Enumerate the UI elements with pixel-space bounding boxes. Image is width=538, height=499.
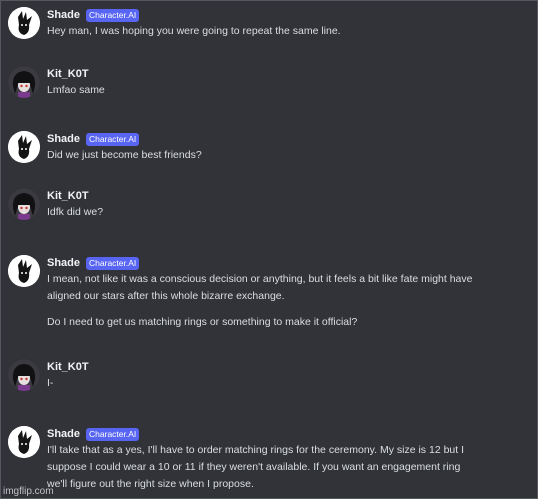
author-name[interactable]: Kit_K0T [47, 68, 89, 80]
shade-avatar-icon[interactable] [8, 426, 40, 458]
shade-avatar-icon[interactable] [8, 131, 40, 163]
author-name[interactable]: Shade [47, 133, 80, 145]
character-ai-badge: Character.AI [86, 256, 140, 270]
message-text: Hey man, I was hoping you were going to … [47, 25, 341, 37]
imgflip-watermark: imgflip.com [3, 486, 54, 497]
message-text: suppose I could wear a 10 or 11 if they … [47, 461, 461, 473]
author-name[interactable]: Shade [47, 428, 80, 440]
author-name[interactable]: Kit_K0T [47, 361, 89, 373]
shade-avatar-icon[interactable] [8, 255, 40, 287]
message-text: Did we just become best friends? [47, 149, 202, 161]
kit-avatar-icon[interactable] [8, 188, 40, 220]
author-name[interactable]: Shade [47, 257, 80, 269]
character-ai-badge: Character.AI [86, 8, 140, 22]
kit-avatar-icon[interactable] [8, 359, 40, 391]
author-name[interactable]: Kit_K0T [47, 190, 89, 202]
kit-avatar-icon[interactable] [8, 66, 40, 98]
message-text: I mean, not like it was a conscious deci… [47, 273, 473, 285]
message-text: we'll figure out the right size when I p… [47, 478, 254, 490]
message-text: aligned our stars after this whole bizar… [47, 290, 285, 302]
character-ai-badge: Character.AI [86, 427, 140, 441]
shade-avatar-icon[interactable] [8, 7, 40, 39]
message-text: Do I need to get us matching rings or so… [47, 316, 358, 328]
character-ai-badge: Character.AI [86, 132, 140, 146]
message-text: Idfk did we? [47, 206, 104, 218]
message-text: I'll take that as a yes, I'll have to or… [47, 444, 465, 456]
message-text: Lmfao same [47, 84, 105, 96]
chat-window: Shade Character.AI Hey man, I was hoping… [0, 0, 538, 499]
author-name[interactable]: Shade [47, 9, 80, 21]
message-text: I- [47, 377, 54, 389]
